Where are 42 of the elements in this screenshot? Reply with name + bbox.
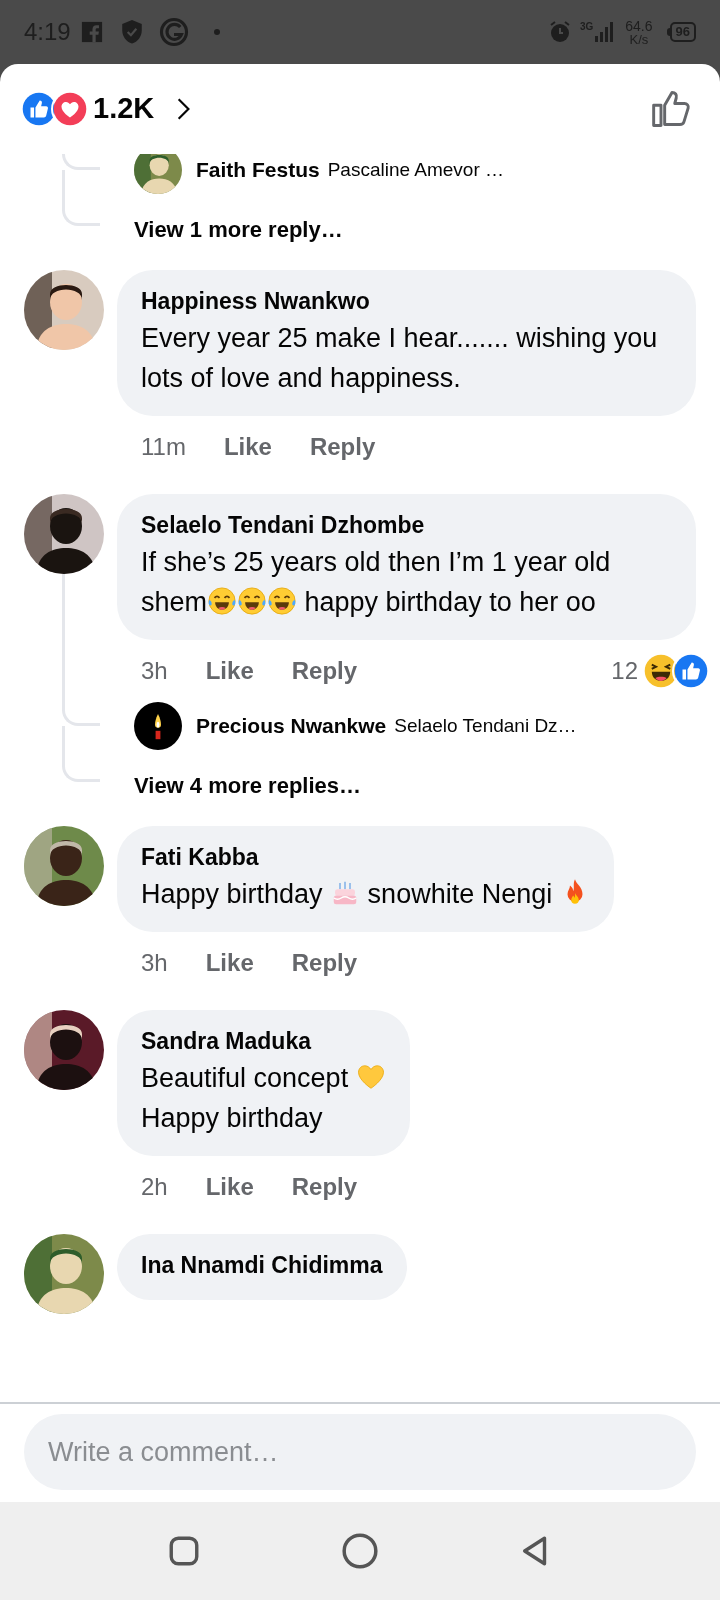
comment-action-link[interactable]: Like — [205, 653, 254, 689]
reply-preview[interactable]: Selaelo Tendani Dz… — [394, 711, 577, 741]
comment-author[interactable]: Ina Nnamdi Chidimma — [141, 1248, 383, 1282]
comment-author[interactable]: Fati Kabba — [141, 840, 590, 874]
reply-author[interactable]: Precious Nwankwe — [196, 710, 387, 742]
view-more-replies-link[interactable]: View 1 more reply… — [134, 212, 343, 246]
reply-author[interactable]: Faith Festus — [196, 154, 320, 186]
notification-dot-icon — [212, 28, 221, 36]
comment-action-link[interactable]: Like — [205, 945, 254, 981]
reaction-count[interactable]: 1.2K — [93, 87, 155, 131]
love-reaction-icon — [53, 92, 87, 126]
tears-of-joy-emoji-icon — [267, 586, 298, 616]
comment-input-field[interactable]: Write a comment… — [24, 1414, 696, 1490]
comment-action-link[interactable]: Reply — [309, 429, 376, 465]
like-reaction-icon — [674, 654, 708, 688]
comment-time: 3h — [141, 656, 168, 686]
comment-action-link[interactable]: Reply — [291, 653, 358, 689]
recent-apps-icon[interactable] — [167, 1534, 201, 1568]
comment-text: Happy birthday snowhite Nengi — [141, 874, 590, 914]
reply-preview[interactable]: Pascaline Amevor … — [327, 155, 505, 185]
view-more-replies-link[interactable]: View 4 more replies… — [134, 768, 362, 802]
heart-emoji-icon — [355, 1062, 386, 1092]
reaction-count[interactable]: 12 — [611, 653, 638, 689]
comment-text: If she’s 25 years old then I’m 1 year old shem happy birthday to her oo — [141, 546, 612, 619]
tears-of-joy-emoji-icon — [207, 586, 238, 616]
comment-time: 11m — [141, 432, 186, 462]
comment-action-link[interactable]: Like — [223, 429, 272, 465]
comment-text: Beautiful concept Happy birthday — [141, 1058, 386, 1138]
comment-action-link[interactable]: Like — [205, 1169, 254, 1205]
comment-action-link[interactable]: Reply — [291, 1169, 358, 1205]
comment-time: 2h — [141, 1172, 168, 1202]
home-icon[interactable] — [341, 1532, 379, 1570]
comment-action-link[interactable]: Reply — [291, 945, 358, 981]
comment-time: 3h — [141, 948, 168, 978]
comment-author[interactable]: Selaelo Tendani Dzhombe — [141, 508, 672, 542]
tears-of-joy-emoji-icon — [237, 586, 268, 616]
signal-bars-icon — [595, 22, 614, 42]
comment-author[interactable]: Happiness Nwankwo — [141, 284, 672, 318]
g-logo-icon — [158, 17, 189, 47]
comment-text: Every year 25 make I hear....... wishing you lots of love and happiness. — [141, 322, 659, 395]
facebook-notification-icon — [80, 21, 103, 43]
comment-author[interactable]: Sandra Maduka — [141, 1024, 386, 1058]
